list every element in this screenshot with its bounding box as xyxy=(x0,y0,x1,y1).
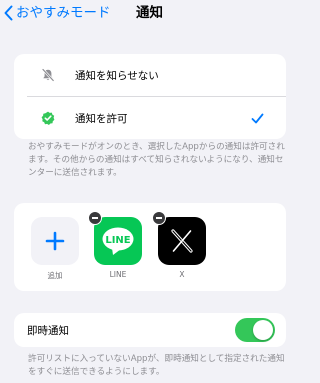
notification-options-card: 通知を知らせない 通知を許可 xyxy=(14,54,286,139)
x-logo xyxy=(171,229,193,253)
x-app-icon[interactable] xyxy=(152,211,206,265)
app-tile-x[interactable]: X xyxy=(152,211,206,279)
immediate-notifications-footnote: 許可リストに入っていないAppが、即時通知として指定された通知をすぐに送信できる… xyxy=(28,354,285,378)
add-app-button[interactable] xyxy=(31,217,79,265)
green-check-circle-icon xyxy=(41,111,55,125)
back-button[interactable]: おやすみモード xyxy=(4,3,111,23)
line-logo-text: LINE xyxy=(105,235,130,246)
app-name-x: X xyxy=(179,270,185,279)
immediate-notifications-toggle[interactable] xyxy=(235,318,275,342)
navigation-bar: おやすみモード 通知 xyxy=(0,0,300,28)
app-tile-line[interactable]: LINE LINE xyxy=(88,211,142,279)
back-button-label: おやすみモード xyxy=(16,5,111,21)
remove-app-button[interactable] xyxy=(152,211,166,225)
option-silence-label: 通知を知らせない xyxy=(75,70,159,82)
page-title: 通知 xyxy=(136,5,163,21)
remove-app-button[interactable] xyxy=(88,211,102,225)
line-logo-bubble: LINE xyxy=(102,227,134,255)
bell-slash-icon xyxy=(41,68,55,82)
plus-icon xyxy=(45,231,65,251)
option-allow-label: 通知を許可 xyxy=(75,113,128,125)
line-app-icon[interactable]: LINE xyxy=(88,211,142,265)
add-app-label: 追加 xyxy=(47,271,63,280)
allow-description: おやすみモードがオンのとき、選択したAppからの通知は許可されます。その他からの… xyxy=(28,142,285,179)
app-name-line: LINE xyxy=(109,270,127,279)
immediate-notifications-card: 即時通知 xyxy=(14,313,286,347)
add-app-tile[interactable]: 追加 xyxy=(31,217,79,281)
toggle-knob xyxy=(253,320,273,340)
option-allow-notifications[interactable]: 通知を許可 xyxy=(14,97,286,139)
allowed-apps-card: 追加 LINE LINE X xyxy=(14,203,286,291)
immediate-notifications-label: 即時通知 xyxy=(27,325,69,337)
option-silence-notifications[interactable]: 通知を知らせない xyxy=(14,54,286,96)
chevron-left-icon xyxy=(4,5,13,21)
checkmark-icon xyxy=(251,113,264,124)
